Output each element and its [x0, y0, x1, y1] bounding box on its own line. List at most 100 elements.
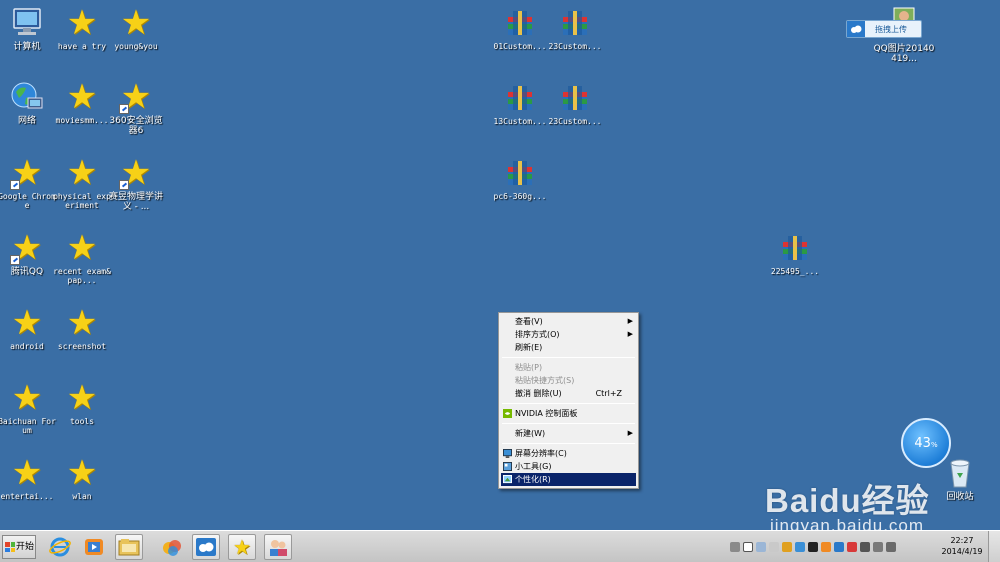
desktop-icon-baichuan-forum[interactable]: ★ Baichuan Forum: [0, 381, 58, 435]
desktop-icon-network[interactable]: 网络: [0, 80, 58, 126]
menu-item-gadgets[interactable]: 小工具(G): [501, 460, 636, 473]
menu-item-shortcut: Ctrl+Z: [595, 389, 622, 398]
menu-item-screen-resolution[interactable]: 屏幕分辨率(C): [501, 447, 636, 460]
desktop-icon-recent-exam[interactable]: ★ recent exam&pap...: [51, 231, 113, 285]
app-tray-icon[interactable]: [821, 542, 831, 552]
desktop-icon-label: recent exam&pap...: [53, 267, 111, 285]
show-desktop-button[interactable]: [988, 531, 1000, 562]
desktop-icon-label: wlan: [72, 492, 92, 501]
rar-archive-icon: [503, 81, 537, 115]
menu-item-label: 小工具(G): [515, 462, 552, 471]
colorful-app-icon: [163, 540, 181, 556]
star-folder-icon: ★: [11, 303, 43, 343]
menu-item-view[interactable]: 查看(V) ▶: [501, 315, 636, 328]
desktop-icon-moviesmm[interactable]: ★ moviesmm...: [51, 80, 113, 125]
star-folder-icon: ★: [66, 228, 98, 268]
desktop-icon-360-browser[interactable]: ★ 360安全浏览器6: [105, 80, 167, 136]
desktop-icon-rar-13custom[interactable]: 13Custom...: [489, 81, 551, 126]
taskbar-explorer-button[interactable]: [115, 534, 143, 560]
star-folder-icon: ★: [11, 453, 43, 493]
menu-item-personalize[interactable]: 个性化(R): [501, 473, 636, 486]
menu-item-label: 粘贴快捷方式(S): [515, 376, 575, 385]
desktop-icon-label: moviesmm...: [55, 116, 109, 125]
taskbar-cloud-button[interactable]: [192, 534, 220, 560]
media-player-icon: [85, 539, 103, 555]
desktop-icon-entertai[interactable]: ★ entertai...: [0, 456, 58, 501]
qq-tray-icon[interactable]: [808, 542, 818, 552]
rar-archive-icon: [558, 81, 592, 115]
desktop-icon-rar-23custom-a[interactable]: 23Custom...: [544, 6, 606, 51]
monitor-icon: [503, 449, 512, 458]
taskbar-star-button[interactable]: ★: [228, 534, 256, 560]
show-hidden-icons-icon[interactable]: [769, 542, 779, 552]
desktop[interactable]: 计算机 网络 ★ Google Chrome ★ 腾讯QQ ★ android …: [0, 0, 1000, 535]
menu-item-new[interactable]: 新建(W) ▶: [501, 427, 636, 440]
star-folder-icon: ★: [66, 153, 98, 193]
desktop-icon-physical-experiment[interactable]: ★ physical experiment: [51, 156, 113, 210]
desktop-icon-have-a-try[interactable]: ★ have a try: [51, 6, 113, 51]
desktop-icon-wlan[interactable]: ★ wlan: [51, 456, 113, 501]
menu-item-nvidia-control-panel[interactable]: NVIDIA 控制面板: [501, 407, 636, 420]
desktop-icon-label: 回收站: [946, 492, 974, 502]
desktop-icon-rar-01custom[interactable]: 01Custom...: [489, 6, 551, 51]
submenu-arrow-icon: ▶: [627, 429, 633, 437]
star-folder-icon: ★: [119, 153, 152, 193]
start-button-label: 开始: [16, 542, 35, 552]
language-icon[interactable]: [756, 542, 766, 552]
menu-item-label: 屏幕分辨率(C): [515, 449, 567, 458]
desktop-icon-rar-23custom-b[interactable]: 23Custom...: [544, 81, 606, 126]
volume-icon[interactable]: [886, 542, 896, 552]
desktop-icon-label: Baichuan Forum: [0, 417, 56, 435]
menu-item-paste-shortcut: 粘贴快捷方式(S): [501, 374, 636, 387]
menu-item-sort-by[interactable]: 排序方式(O) ▶: [501, 328, 636, 341]
device-tray-icon[interactable]: [860, 542, 870, 552]
network-speed-widget[interactable]: 43%: [901, 418, 951, 468]
desktop-icon-label: QQ图片20140419...: [873, 44, 935, 64]
taskbar-clock[interactable]: 22:27 2014/4/19: [940, 535, 984, 557]
shortcut-arrow-icon: [119, 180, 129, 190]
menu-item-label: 粘贴(P): [515, 363, 543, 372]
cloud-tray-icon[interactable]: [834, 542, 844, 552]
help-icon[interactable]: [743, 542, 753, 552]
cloud-upload-icon: [847, 21, 865, 37]
desktop-icon-screenshot[interactable]: ★ screenshot: [51, 306, 113, 351]
desktop-icon-label: young&you: [114, 42, 158, 51]
submenu-arrow-icon: ▶: [627, 317, 633, 325]
star-folder-icon: ★: [66, 378, 98, 418]
drag-upload-button[interactable]: 拖拽上传: [846, 20, 922, 38]
menu-item-undo-delete[interactable]: 撤消 删除(U) Ctrl+Z: [501, 387, 636, 400]
desktop-icon-rar-225495[interactable]: 225495_...: [764, 231, 826, 276]
desktop-icon-google-chrome[interactable]: ★ Google Chrome: [0, 156, 58, 210]
desktop-icon-label: 网络: [17, 116, 36, 126]
desktop-icon-physics-notes[interactable]: ★ 赛昱物理学讲义 - ...: [105, 156, 167, 212]
clock-date: 2014/4/19: [941, 547, 983, 556]
taskbar-ie-button[interactable]: [46, 534, 74, 560]
taskbar-contacts-button[interactable]: [264, 534, 292, 560]
menu-item-label: 个性化(R): [515, 475, 551, 484]
menu-item-label: NVIDIA 控制面板: [515, 409, 578, 418]
taskbar-media-player-button[interactable]: [80, 534, 108, 560]
desktop-icon-youngyou[interactable]: ★ young&you: [105, 6, 167, 51]
network-tray-icon[interactable]: [795, 542, 805, 552]
star-folder-icon: ★: [66, 453, 98, 493]
desktop-icon-tools[interactable]: ★ tools: [51, 381, 113, 426]
monitor-tray-icon[interactable]: [873, 542, 883, 552]
desktop-icon-android[interactable]: ★ android: [0, 306, 58, 351]
nvidia-icon: [503, 409, 512, 418]
desktop-icon-rar-pc6[interactable]: pc6-360g...: [489, 156, 551, 201]
rar-archive-icon: [503, 156, 537, 190]
taskbar-app-button[interactable]: [158, 534, 186, 560]
rar-archive-icon: [558, 6, 592, 40]
desktop-icon-tencent-qq[interactable]: ★ 腾讯QQ: [0, 231, 58, 277]
star-folder-icon: ★: [66, 303, 98, 343]
computer-icon: [10, 6, 44, 40]
desktop-icon-computer[interactable]: 计算机: [0, 6, 58, 52]
desktop-icon-label: 腾讯QQ: [10, 267, 44, 277]
desktop-icon-label: have a try: [57, 42, 107, 51]
start-button[interactable]: 开始: [2, 535, 36, 559]
personalize-icon: [503, 475, 512, 484]
keyboard-icon[interactable]: [730, 542, 740, 552]
alert-tray-icon[interactable]: [847, 542, 857, 552]
menu-item-refresh[interactable]: 刷新(E): [501, 341, 636, 354]
security-shield-icon[interactable]: [782, 542, 792, 552]
